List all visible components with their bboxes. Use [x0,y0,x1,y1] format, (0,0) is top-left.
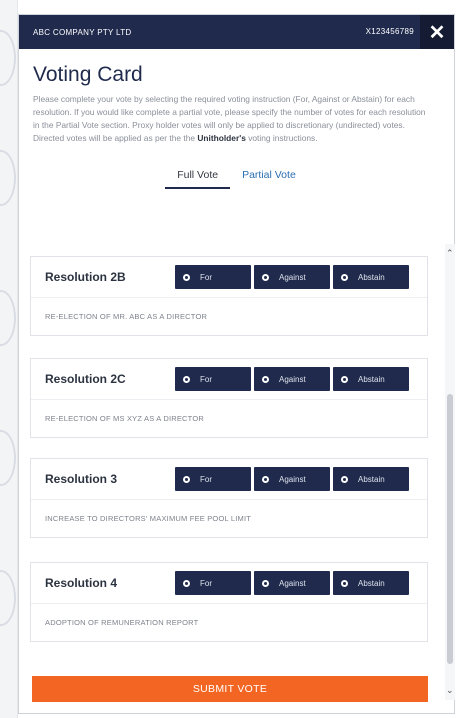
vote-abstain-button[interactable]: Abstain [333,367,409,391]
radio-icon [341,273,348,281]
radio-icon [262,579,269,587]
vote-abstain-button[interactable]: Abstain [333,467,409,491]
radio-icon [183,375,190,383]
vote-for-button[interactable]: For [175,265,251,289]
tab-partial-vote[interactable]: Partial Vote [230,163,308,189]
holder-reference-number: X123456789 [365,27,414,36]
watermark-ring [0,570,16,626]
resolution-description: INCREASE TO DIRECTORS' MAXIMUM FEE POOL … [45,514,252,523]
background-watermark-strip [0,0,18,718]
vote-type-tabs: Full Vote Partial Vote [19,163,454,189]
resolution-title: Resolution 4 [45,576,118,590]
radio-icon [262,273,269,281]
scroll-down-icon[interactable]: ⌄ [446,685,454,696]
radio-icon [262,475,269,483]
resolution-card: Resolution 2C For Against Abstain RE-ELE… [30,358,428,438]
voting-instructions: Please complete your vote by selecting t… [33,94,426,143]
divider [31,399,427,400]
radio-icon [341,475,348,483]
resolution-description: RE-ELECTION OF MR. ABC AS A DIRECTOR [45,312,208,321]
divider [31,297,427,298]
vote-for-button[interactable]: For [175,367,251,391]
vote-for-button[interactable]: For [175,467,251,491]
radio-icon [183,579,190,587]
scrollbar-thumb[interactable] [447,394,453,664]
watermark-ring [0,430,16,486]
radio-icon [262,375,269,383]
submit-vote-button[interactable]: SUBMIT VOTE [32,676,428,702]
watermark-ring [0,150,16,206]
resolution-description: RE-ELECTION OF MS XYZ AS A DIRECTOR [45,414,204,423]
resolution-title: Resolution 3 [45,472,118,486]
divider [31,499,427,500]
vote-against-button[interactable]: Against [254,367,330,391]
vote-against-button[interactable]: Against [254,265,330,289]
resolution-card: Resolution 4 For Against Abstain ADOPTIO… [30,562,428,642]
resolution-description: ADOPTION OF REMUNERATION REPORT [45,618,199,627]
resolution-title: Resolution 2B [45,270,126,284]
resolution-title: Resolution 2C [45,372,126,386]
vote-abstain-button[interactable]: Abstain [333,571,409,595]
radio-icon [183,273,190,281]
tab-full-vote[interactable]: Full Vote [165,163,231,189]
scrollbar[interactable]: ⌃ ⌄ [445,244,455,700]
vote-against-button[interactable]: Against [254,571,330,595]
vote-against-button[interactable]: Against [254,467,330,491]
scroll-up-icon[interactable]: ⌃ [446,248,454,259]
page-title: Voting Card [33,63,143,86]
close-icon[interactable]: ✕ [420,15,454,49]
radio-icon [341,579,348,587]
company-name: ABC COMPANY PTY LTD [33,27,132,37]
resolution-card: Resolution 2B For Against Abstain RE-ELE… [30,256,428,336]
radio-icon [183,475,190,483]
resolutions-list: Resolution 2B For Against Abstain RE-ELE… [18,244,455,670]
vote-for-button[interactable]: For [175,571,251,595]
modal-header-bar: ABC COMPANY PTY LTD X123456789 ✕ [19,15,454,49]
radio-icon [341,375,348,383]
watermark-ring [0,30,16,86]
vote-abstain-button[interactable]: Abstain [333,265,409,289]
divider [31,603,427,604]
watermark-ring [0,290,16,346]
resolution-card: Resolution 3 For Against Abstain INCREAS… [30,458,428,538]
